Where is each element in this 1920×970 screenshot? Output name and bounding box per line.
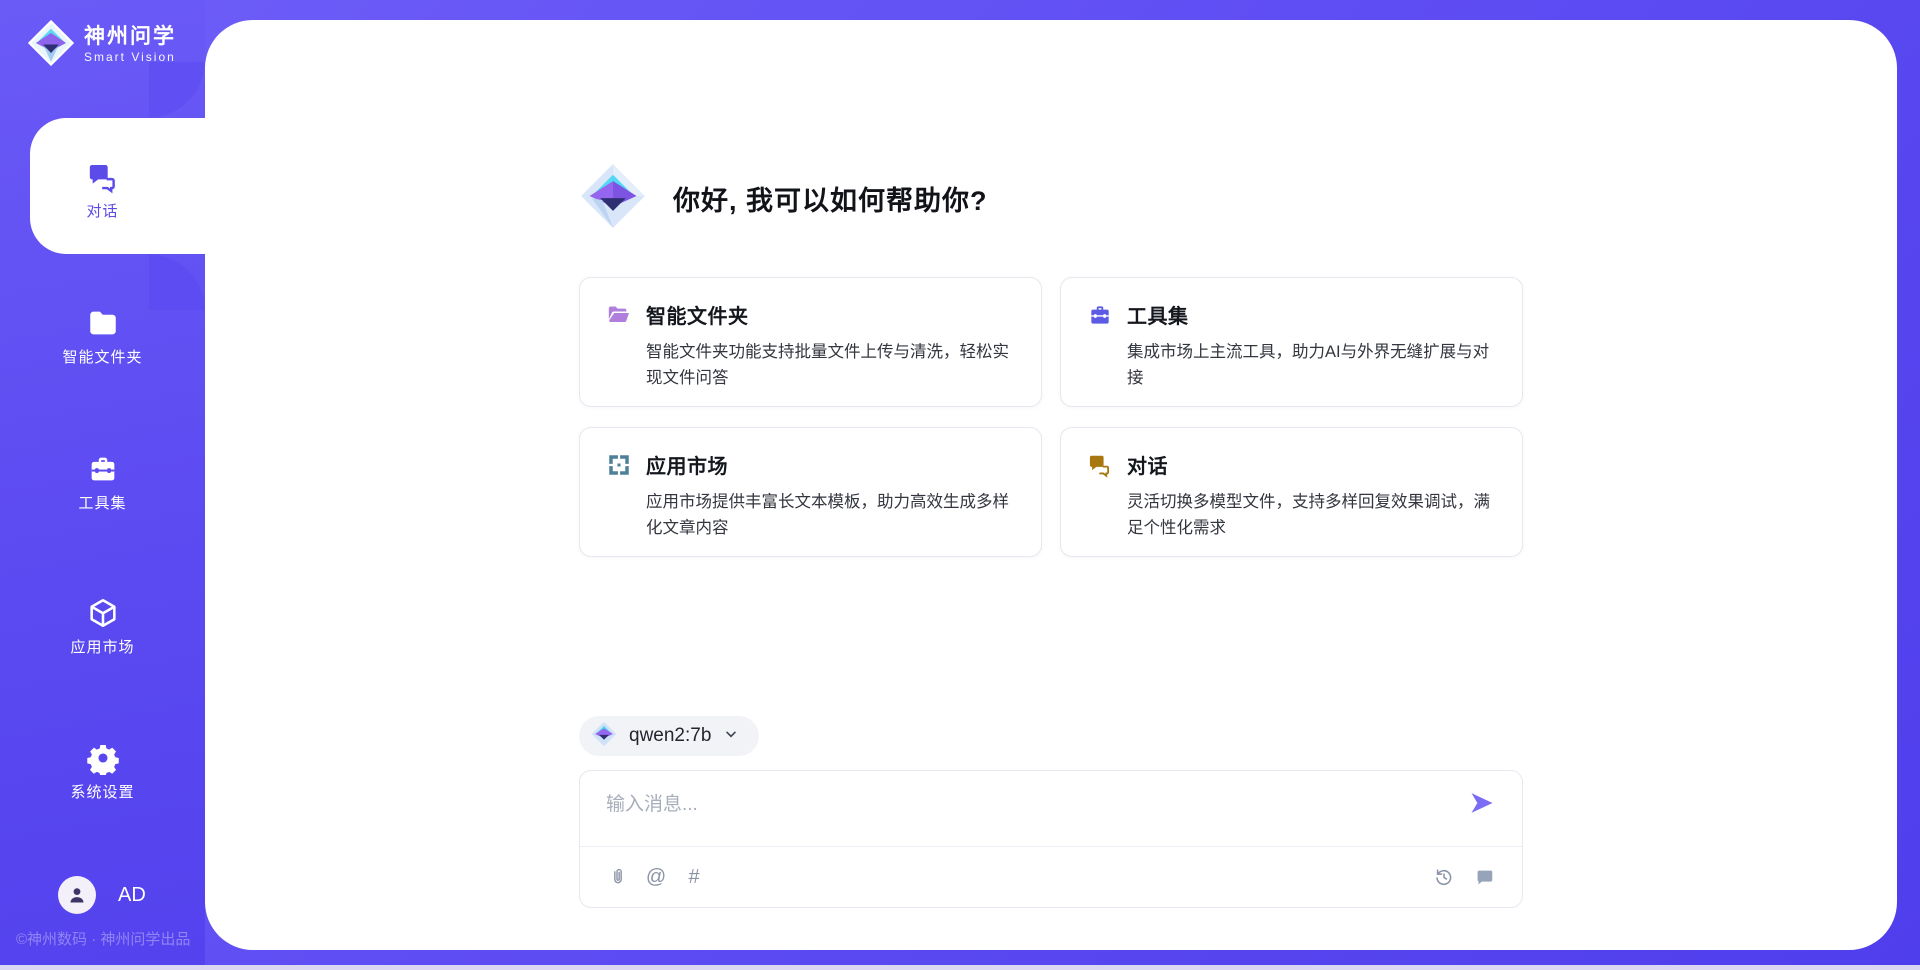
window-bottom-edge [0,965,1920,970]
sidebar-item-toolset[interactable]: 工具集 [0,452,205,528]
tab-curve-bottom [149,254,205,310]
sidebar: 神州问学 Smart Vision 对话 智能文件夹 [0,0,205,970]
chat-icon [1087,452,1113,478]
grid-icon [606,452,632,478]
message-composer: @ # [579,770,1523,908]
sidebar-item-smart-folder[interactable]: 智能文件夹 [0,306,205,382]
comment-icon[interactable] [1472,865,1496,889]
brand-name-cn: 神州问学 [84,25,176,48]
user-account[interactable]: AD [58,876,146,914]
brand-logo-icon [28,20,74,71]
sidebar-item-label: 对话 [0,200,205,221]
tab-curve-top [149,62,205,118]
gear-icon [86,741,120,775]
card-title: 对话 [1127,450,1168,479]
user-name: AD [118,884,146,907]
attachment-icon[interactable] [606,865,630,889]
mention-icon[interactable]: @ [644,865,668,889]
sidebar-item-settings[interactable]: 系统设置 [0,741,205,817]
message-input[interactable] [606,789,1426,837]
person-icon [65,883,89,907]
cube-icon [86,596,120,630]
assistant-logo-icon [579,162,647,235]
feature-cards: 智能文件夹 智能文件夹功能支持批量文件上传与清洗，轻松实现文件问答 工具集 [579,277,1523,557]
sidebar-item-label: 系统设置 [0,781,205,802]
hashtag-icon[interactable]: # [682,865,706,889]
card-description: 应用市场提供丰富长文本模板，助力高效生成多样化文章内容 [646,489,1015,542]
card-title: 应用市场 [646,450,728,479]
card-description: 集成市场上主流工具，助力AI与外界无缝扩展与对接 [1127,339,1496,392]
sidebar-item-label: 工具集 [0,492,205,513]
card-description: 智能文件夹功能支持批量文件上传与清洗，轻松实现文件问答 [646,339,1015,392]
history-icon[interactable] [1432,865,1456,889]
chevron-down-icon [723,726,739,747]
greeting-title: 你好, 我可以如何帮助你? [673,179,988,218]
greeting-block: 你好, 我可以如何帮助你? [579,162,988,235]
sidebar-item-label: 应用市场 [0,636,205,657]
chat-icon [86,160,120,194]
model-name: qwen2:7b [629,725,711,747]
toolbox-icon [1087,302,1113,328]
card-title: 智能文件夹 [646,300,749,329]
card-title: 工具集 [1127,300,1189,329]
model-selector[interactable]: qwen2:7b [579,716,759,756]
sidebar-item-chat[interactable]: 对话 [0,160,205,236]
main-panel: 你好, 我可以如何帮助你? 智能文件夹 智能文件夹功能支持批量文件上传与清洗，轻… [205,20,1897,950]
user-avatar [58,876,96,914]
toolbox-icon [86,452,120,486]
model-logo-icon [591,721,617,752]
card-smart-folder[interactable]: 智能文件夹 智能文件夹功能支持批量文件上传与清洗，轻松实现文件问答 [579,277,1042,407]
card-chat[interactable]: 对话 灵活切换多模型文件，支持多样回复效果调试，满足个性化需求 [1060,427,1523,557]
folder-open-icon [606,302,632,328]
card-description: 灵活切换多模型文件，支持多样回复效果调试，满足个性化需求 [1127,489,1496,542]
card-toolset[interactable]: 工具集 集成市场上主流工具，助力AI与外界无缝扩展与对接 [1060,277,1523,407]
folder-icon [86,306,120,340]
sidebar-item-label: 智能文件夹 [0,346,205,367]
card-app-market[interactable]: 应用市场 应用市场提供丰富长文本模板，助力高效生成多样化文章内容 [579,427,1042,557]
copyright-text: ©神州数码 · 神州问学出品 [16,928,190,949]
send-icon[interactable] [1468,789,1496,817]
sidebar-item-app-market[interactable]: 应用市场 [0,596,205,672]
